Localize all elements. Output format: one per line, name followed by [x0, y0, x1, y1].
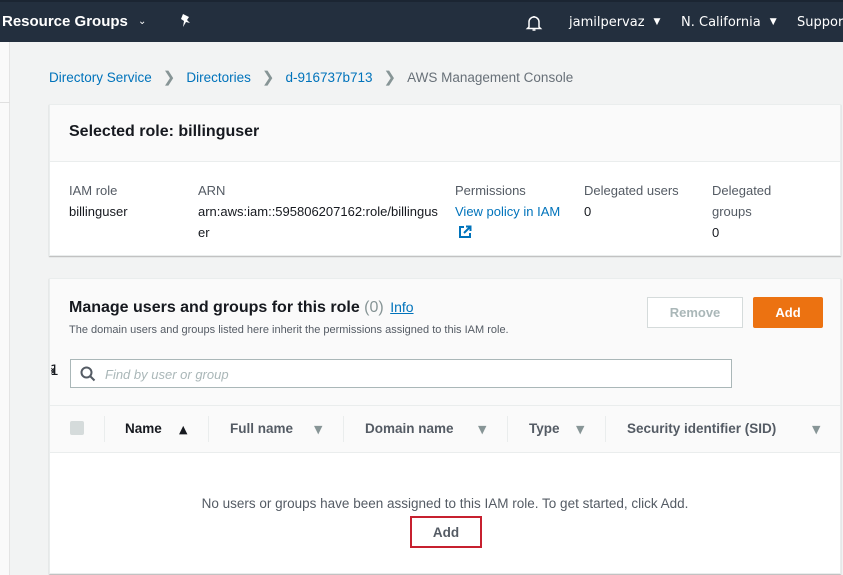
breadcrumb: Directory Service ❯ Directories ❯ d-916737b7…: [49, 68, 573, 86]
user-name: jamilpervaz: [569, 15, 645, 30]
breadcrumb-directory-id[interactable]: d-916737b713: [285, 70, 372, 85]
breadcrumb-directory-service[interactable]: Directory Service: [49, 70, 152, 85]
search-field[interactable]: [70, 359, 732, 388]
column-header-type[interactable]: Type: [529, 421, 560, 436]
breadcrumb-directories[interactable]: Directories: [186, 70, 251, 85]
selected-role-card: Selected role: billinguser IAM role bill…: [49, 104, 841, 256]
iam-role-value: billinguser: [69, 204, 128, 219]
info-link[interactable]: Info: [390, 299, 413, 315]
column-divider: [507, 416, 508, 442]
search-icon: [80, 366, 96, 382]
empty-state-message: No users or groups have been assigned to…: [201, 496, 689, 511]
delegated-groups-field: Delegated groups 0: [712, 180, 792, 243]
delegated-users-label: Delegated users: [584, 183, 679, 198]
chevron-right-icon: ❯: [162, 69, 176, 86]
region-menu[interactable]: N. California ▼: [681, 15, 777, 30]
manage-title-text: Manage users and groups for this role: [69, 299, 360, 316]
delegated-groups-label: Delegated groups: [712, 183, 772, 219]
manage-users-groups-card: Manage users and groups for this role (0…: [49, 278, 841, 574]
permissions-label: Permissions: [455, 183, 526, 198]
chevron-right-icon: ❯: [383, 69, 397, 86]
select-all-checkbox[interactable]: [70, 421, 84, 435]
divider: [0, 102, 10, 103]
sort-descending-icon[interactable]: ▼: [812, 423, 820, 436]
delegated-groups-value: 0: [712, 225, 720, 240]
column-header-full-name[interactable]: Full name: [230, 421, 293, 436]
item-count: (0): [364, 299, 384, 316]
empty-state-add-button[interactable]: Add: [410, 516, 482, 548]
arn-label: ARN: [198, 183, 226, 198]
sort-descending-icon[interactable]: ▼: [314, 423, 322, 436]
add-button[interactable]: Add: [753, 297, 823, 328]
resource-groups-menu[interactable]: Resource Groups: [2, 13, 128, 30]
sort-descending-icon[interactable]: ▼: [478, 423, 486, 436]
sort-descending-icon[interactable]: ▼: [576, 423, 584, 436]
chevron-right-icon: ❯: [261, 69, 275, 86]
manage-description: The domain users and groups listed here …: [69, 324, 509, 336]
next-page-icon[interactable]: ›: [50, 363, 56, 379]
view-policy-link-text: View policy in IAM: [455, 204, 561, 219]
external-link-icon: [459, 225, 472, 238]
caret-down-icon: ▼: [653, 17, 661, 27]
breadcrumb-current: AWS Management Console: [407, 70, 574, 85]
arn-value: arn:aws:iam::595806207162:role/billingus…: [198, 204, 438, 240]
column-header-name[interactable]: Name: [125, 421, 162, 436]
permissions-field: Permissions View policy in IAM: [455, 180, 565, 243]
arn-field: ARN arn:aws:iam::595806207162:role/billi…: [198, 180, 442, 243]
sort-ascending-icon[interactable]: ▲: [179, 423, 187, 436]
search-input[interactable]: [105, 364, 705, 384]
column-divider: [343, 416, 344, 442]
delegated-users-field: Delegated users 0: [584, 180, 704, 222]
region-name: N. California: [681, 15, 761, 30]
side-navigation-collapsed: [0, 42, 10, 575]
column-divider: [208, 416, 209, 442]
iam-role-label: IAM role: [69, 183, 118, 198]
top-navigation-bar: Resource Groups ⌄ jamilpervaz ▼ N. Califo…: [0, 0, 843, 42]
selected-role-title: Selected role: billinguser: [69, 123, 260, 140]
support-menu[interactable]: Support: [797, 15, 843, 30]
user-menu[interactable]: jamilpervaz ▼: [569, 15, 660, 30]
iam-role-field: IAM role billinguser: [69, 180, 189, 222]
delegated-users-value: 0: [584, 204, 592, 219]
manage-title: Manage users and groups for this role (0…: [69, 299, 414, 317]
column-divider: [605, 416, 606, 442]
column-header-sid[interactable]: Security identifier (SID): [627, 421, 776, 436]
view-policy-link[interactable]: View policy in IAM: [455, 204, 560, 240]
bell-icon[interactable]: [524, 13, 544, 33]
card-header: Selected role: billinguser: [50, 105, 840, 162]
column-header-domain-name[interactable]: Domain name: [365, 421, 454, 436]
column-divider: [104, 416, 105, 442]
pin-icon[interactable]: [178, 12, 194, 30]
caret-down-icon: ▼: [769, 17, 777, 27]
remove-button[interactable]: Remove: [647, 297, 743, 328]
table-header: Name ▲ Full name ▼ Domain name ▼ Type ▼ …: [50, 405, 840, 453]
caret-down-icon[interactable]: ⌄: [138, 16, 146, 27]
